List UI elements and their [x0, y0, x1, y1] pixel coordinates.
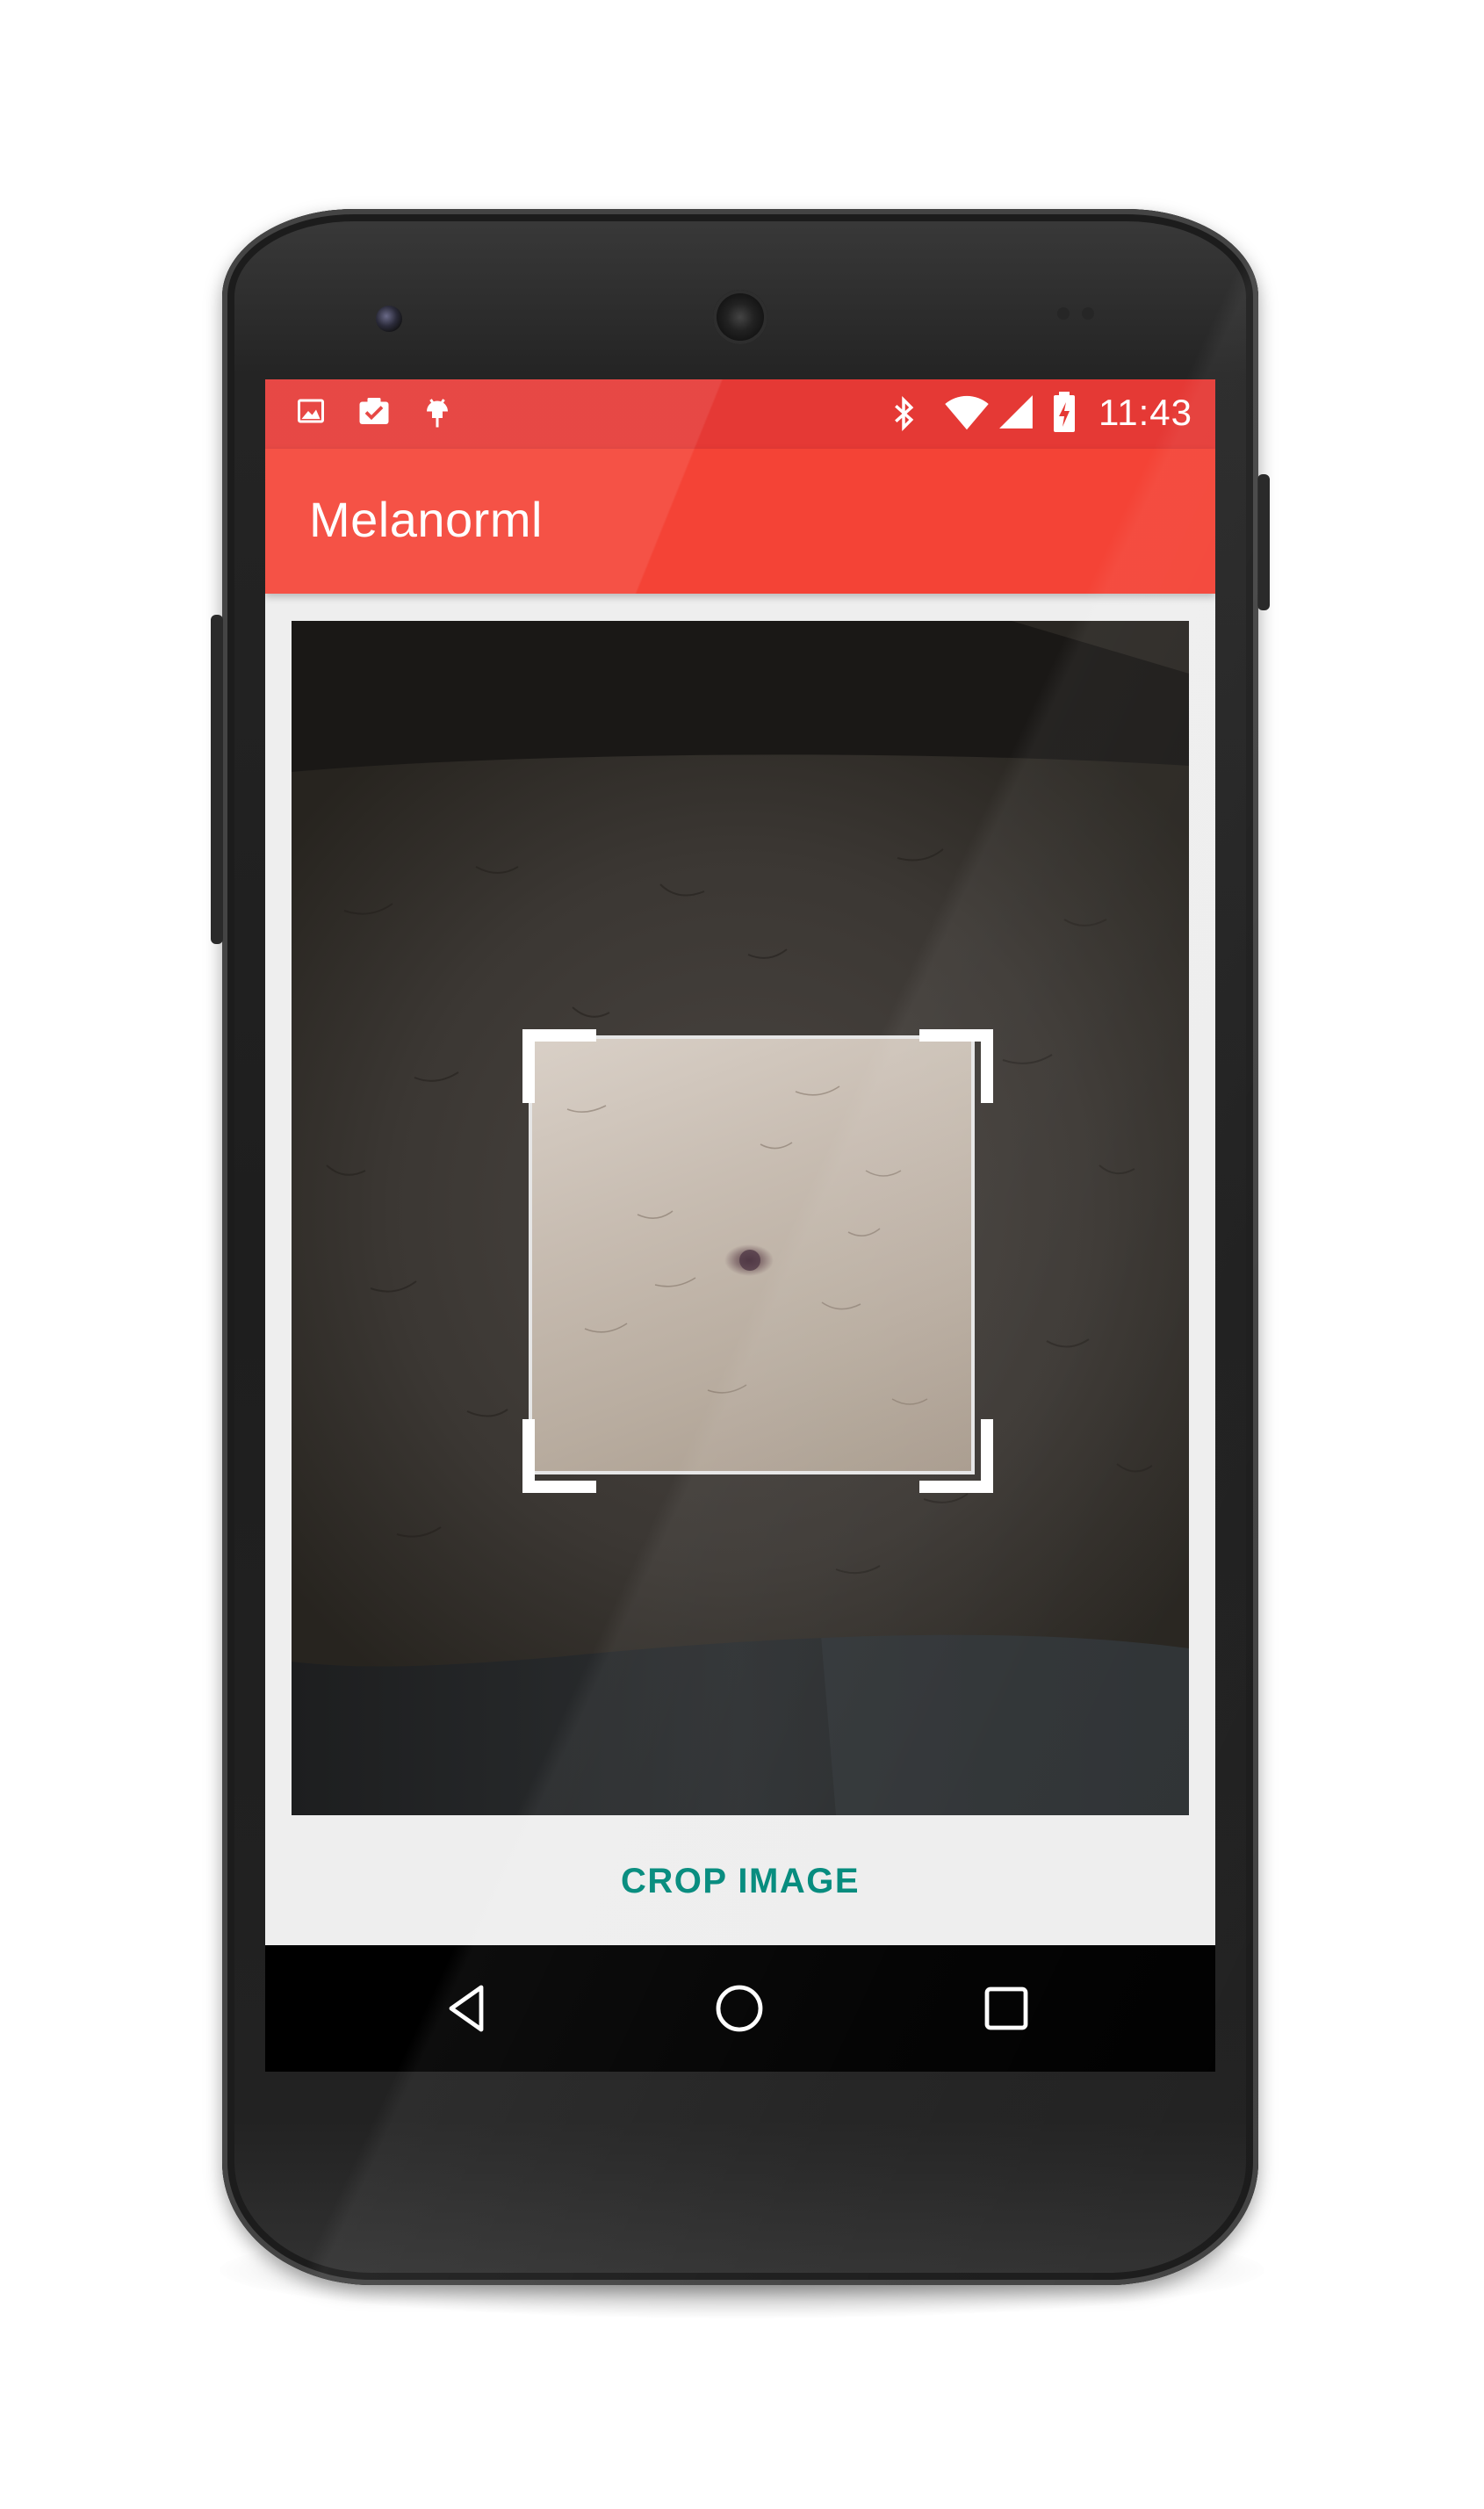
crop-handle-bottom-right[interactable] — [919, 1419, 993, 1493]
proximity-sensor — [1057, 307, 1070, 320]
home-icon[interactable] — [710, 1979, 769, 2038]
front-camera — [376, 306, 402, 332]
crop-handle-bottom-left[interactable] — [522, 1419, 596, 1493]
bluetooth-icon — [890, 395, 917, 436]
recents-icon[interactable] — [976, 1979, 1036, 2038]
power-button — [1257, 474, 1270, 610]
battery-charging-icon — [1052, 392, 1077, 438]
cell-signal-icon — [998, 393, 1034, 435]
status-bar: 11:43 — [265, 379, 1215, 449]
crop-handle-top-left[interactable] — [522, 1029, 596, 1103]
earpiece-speaker — [713, 290, 767, 344]
status-clock: 11:43 — [1099, 392, 1192, 433]
crop-image-button[interactable]: CROP IMAGE — [265, 1820, 1215, 1943]
back-icon[interactable] — [437, 1979, 497, 2038]
device-screen: 11:43 Melanorml CROP IMAGE — [265, 379, 1215, 2072]
skin-texture — [566, 1085, 928, 1405]
app-bar: Melanorml — [265, 449, 1215, 594]
image-icon — [295, 395, 327, 431]
clipboard-check-icon — [357, 395, 392, 431]
crop-image-view[interactable] — [292, 621, 1189, 1815]
light-sensor — [1082, 307, 1094, 320]
navigation-bar — [265, 1945, 1215, 2072]
android-debug-icon — [421, 395, 453, 435]
wifi-icon — [943, 392, 991, 436]
volume-button — [211, 615, 223, 944]
app-title: Melanorml — [309, 492, 543, 547]
crop-handle-top-right[interactable] — [919, 1029, 993, 1103]
